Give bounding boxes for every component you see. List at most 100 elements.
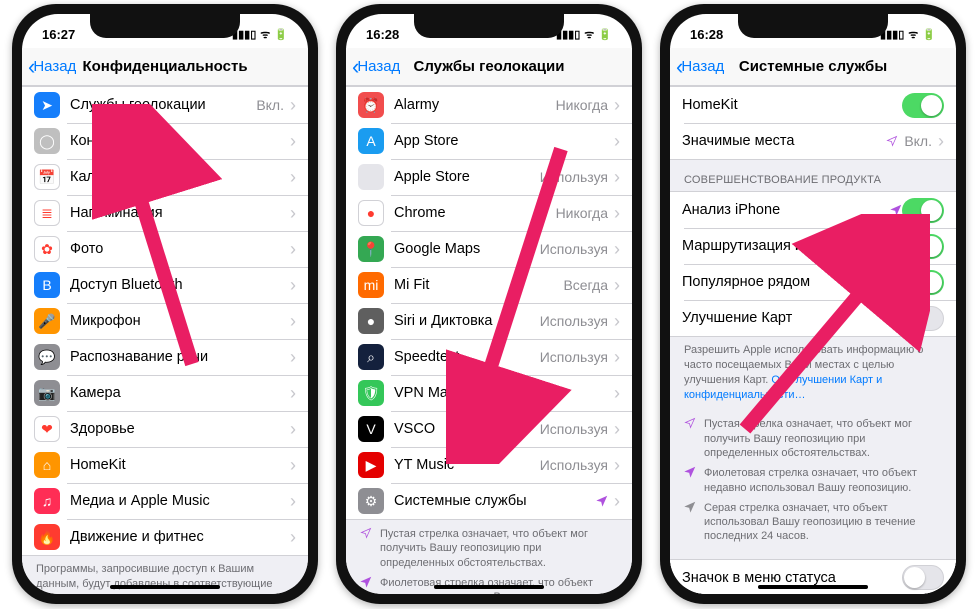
- cell-label: YT Music: [394, 457, 534, 473]
- chevron-right-icon: ›: [290, 527, 296, 548]
- list-item[interactable]: 🛡 VPN Master ›: [346, 375, 632, 411]
- app-icon: ➤: [34, 92, 60, 118]
- cell-value: Никогда: [556, 205, 608, 221]
- cell-value: Используя: [540, 421, 608, 437]
- cell-label: Движение и фитнес: [70, 529, 284, 545]
- app-icon: ♫: [34, 488, 60, 514]
- toggle[interactable]: [902, 270, 944, 295]
- list-item[interactable]: ❤ Здоровье ›: [22, 411, 308, 447]
- list-item[interactable]: Значимые местаВкл.›: [670, 123, 956, 159]
- cell-label: Apple Store: [394, 169, 534, 185]
- back-button[interactable]: ‹Назад: [352, 56, 400, 78]
- cell-value: Используя: [540, 313, 608, 329]
- list-item[interactable]: ≣ Напоминания ›: [22, 195, 308, 231]
- list-item[interactable]: Анализ iPhone: [670, 192, 956, 228]
- list-item[interactable]: 🎤 Микрофон ›: [22, 303, 308, 339]
- list-item[interactable]: ⚙ Системные службы ›: [346, 483, 632, 519]
- list-item[interactable]: ● Siri и Диктовка Используя›: [346, 303, 632, 339]
- app-icon: ⚙: [358, 488, 384, 514]
- list-item[interactable]: ◯ Контакты ›: [22, 123, 308, 159]
- list-item[interactable]: B Доступ Bluetooth ›: [22, 267, 308, 303]
- cell-value: Используя: [540, 241, 608, 257]
- list-item[interactable]: Маршрутизация и трафик: [670, 228, 956, 264]
- chevron-right-icon: ›: [290, 95, 296, 116]
- cell-label: Siri и Диктовка: [394, 313, 534, 329]
- list-item[interactable]: 💬 Распознавание речи ›: [22, 339, 308, 375]
- chevron-right-icon: ›: [938, 131, 944, 152]
- list-item[interactable]: Популярное рядом: [670, 264, 956, 300]
- cell-label: Mi Fit: [394, 277, 557, 293]
- chevron-right-icon: ›: [614, 383, 620, 404]
- cell-label: Микрофон: [70, 313, 284, 329]
- legend-text: Фиолетовая стрелка означает, что объект …: [704, 466, 942, 495]
- list-item[interactable]: 🔥 Движение и фитнес ›: [22, 519, 308, 555]
- phone-2: 16:28 ▮▮▮▯ ᯤ 🔋 ‹Назад Службы геолокации …: [336, 4, 642, 604]
- status-icons: ▮▮▮▯ ᯤ 🔋: [232, 27, 288, 42]
- location-arrow-icon: [890, 204, 902, 216]
- content[interactable]: HomeKit Значимые местаВкл.› СОВЕРШЕНСТВО…: [670, 86, 956, 594]
- content[interactable]: ➤ Службы геолокации Вкл.› ◯ Контакты › 📅…: [22, 86, 308, 594]
- home-indicator[interactable]: [110, 585, 220, 589]
- home-indicator[interactable]: [758, 585, 868, 589]
- battery-icon: 🔋: [922, 28, 936, 41]
- list-item[interactable]: ➤ Службы геолокации Вкл.›: [22, 87, 308, 123]
- toggle[interactable]: [902, 306, 944, 331]
- list-item[interactable]: ▶ YT Music Используя›: [346, 447, 632, 483]
- cell-label: App Store: [394, 133, 608, 149]
- cell-label: Анализ iPhone: [682, 202, 886, 218]
- list-item[interactable]: ● Chrome Никогда›: [346, 195, 632, 231]
- stage: 16:27 ▮▮▮▯ ᯤ 🔋 ‹Назад Конфиденциальность…: [0, 0, 980, 609]
- list-item[interactable]: ✿ Фото ›: [22, 231, 308, 267]
- section-header: СОВЕРШЕНСТВОВАНИЕ ПРОДУКТА: [670, 160, 956, 191]
- cell-label: Камера: [70, 385, 284, 401]
- toggle[interactable]: [902, 198, 944, 223]
- chevron-right-icon: ›: [614, 167, 620, 188]
- list-item[interactable]: ⏰ Alarmy Никогда›: [346, 87, 632, 123]
- toggle[interactable]: [902, 234, 944, 259]
- status-time: 16:28: [366, 27, 399, 42]
- cell-label: HomeKit: [682, 97, 902, 113]
- chevron-right-icon: ›: [290, 491, 296, 512]
- toggle[interactable]: [902, 565, 944, 590]
- list-item[interactable]: 📷 Камера ›: [22, 375, 308, 411]
- cell-label: Улучшение Карт: [682, 310, 902, 326]
- location-arrow-icon: [684, 501, 696, 544]
- cell-label: Системные службы: [394, 493, 592, 509]
- content[interactable]: ⏰ Alarmy Никогда› A App Store › Apple St…: [346, 86, 632, 594]
- list-item[interactable]: 📅 Календари ›: [22, 159, 308, 195]
- home-indicator[interactable]: [434, 585, 544, 589]
- cell-label: Медиа и Apple Music: [70, 493, 284, 509]
- app-icon: 📍: [358, 236, 384, 262]
- nav-bar: ‹Назад Службы геолокации: [346, 48, 632, 86]
- list-item[interactable]: HomeKit: [670, 87, 956, 123]
- list-item[interactable]: mi Mi Fit Всегда›: [346, 267, 632, 303]
- notch: [90, 14, 240, 38]
- location-apps-list: ⏰ Alarmy Никогда› A App Store › Apple St…: [346, 86, 632, 520]
- battery-icon: 🔋: [274, 28, 288, 41]
- list-item[interactable]: Apple Store Используя ›: [346, 159, 632, 195]
- cell-value: Используя: [540, 169, 608, 185]
- nav-bar: ‹Назад Системные службы: [670, 48, 956, 86]
- list-item[interactable]: ⌂ HomeKit ›: [22, 447, 308, 483]
- location-arrow-icon: [596, 495, 608, 507]
- chevron-right-icon: ›: [290, 167, 296, 188]
- app-icon: [358, 164, 384, 190]
- list-item[interactable]: ⌕ Speedtest Используя›: [346, 339, 632, 375]
- chevron-right-icon: ›: [290, 419, 296, 440]
- list-item[interactable]: V VSCO Используя›: [346, 411, 632, 447]
- cell-label: Популярное рядом: [682, 274, 886, 290]
- list-item[interactable]: 📍 Google Maps Используя›: [346, 231, 632, 267]
- chevron-right-icon: ›: [614, 239, 620, 260]
- chevron-right-icon: ›: [614, 95, 620, 116]
- legend-row: Пустая стрелка означает, что объект мог …: [684, 414, 942, 463]
- cell-label: Chrome: [394, 205, 550, 221]
- list-item[interactable]: A App Store ›: [346, 123, 632, 159]
- cell-value: Вкл.: [256, 97, 284, 113]
- list-item[interactable]: Улучшение Карт: [670, 300, 956, 336]
- list-item[interactable]: ♫ Медиа и Apple Music ›: [22, 483, 308, 519]
- toggle[interactable]: [902, 93, 944, 118]
- back-button[interactable]: ‹Назад: [28, 56, 76, 78]
- app-icon: 🛡: [358, 380, 384, 406]
- back-button[interactable]: ‹Назад: [676, 56, 724, 78]
- cell-label: VPN Master: [394, 385, 608, 401]
